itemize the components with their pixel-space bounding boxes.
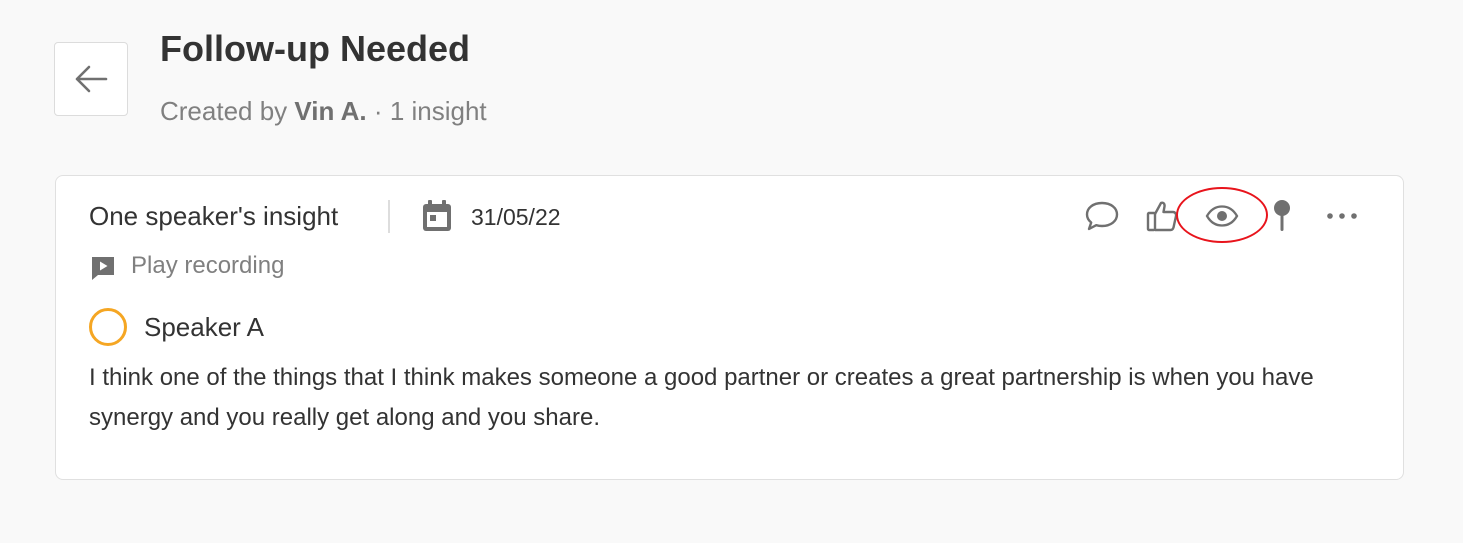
pin-icon [1274, 200, 1290, 231]
page-subtitle: Created by Vin A. · 1 insight [160, 96, 487, 126]
arrow-left-icon [75, 65, 108, 93]
comment-button[interactable] [1082, 196, 1122, 236]
created-by-label: Created by [160, 96, 288, 126]
back-button[interactable] [54, 42, 128, 116]
thumbs-up-icon [1146, 201, 1178, 232]
speaker-avatar [89, 308, 127, 346]
subtitle-separator: · [373, 96, 383, 126]
like-button[interactable] [1142, 196, 1182, 236]
video-play-icon[interactable] [89, 254, 117, 287]
comment-icon [1085, 201, 1119, 231]
more-options-button[interactable] [1322, 196, 1362, 236]
author-name: Vin A. [294, 96, 367, 126]
insight-text: I think one of the things that I think m… [89, 364, 1314, 431]
insight-card: One speaker's insight 31/05/22 Play reco… [55, 175, 1404, 480]
more-horizontal-icon [1327, 213, 1357, 219]
view-button[interactable] [1202, 196, 1242, 236]
speaker-name: Speaker A [144, 312, 264, 342]
play-recording-link[interactable]: Play recording [131, 252, 284, 280]
insight-title: One speaker's insight [89, 201, 339, 231]
insight-date: 31/05/22 [471, 204, 561, 230]
pin-button[interactable] [1262, 196, 1302, 236]
calendar-icon [420, 198, 454, 239]
title-divider [388, 200, 390, 233]
insight-count: 1 insight [389, 96, 487, 126]
page-title: Follow-up Needed [160, 28, 470, 69]
eye-icon [1205, 205, 1239, 227]
